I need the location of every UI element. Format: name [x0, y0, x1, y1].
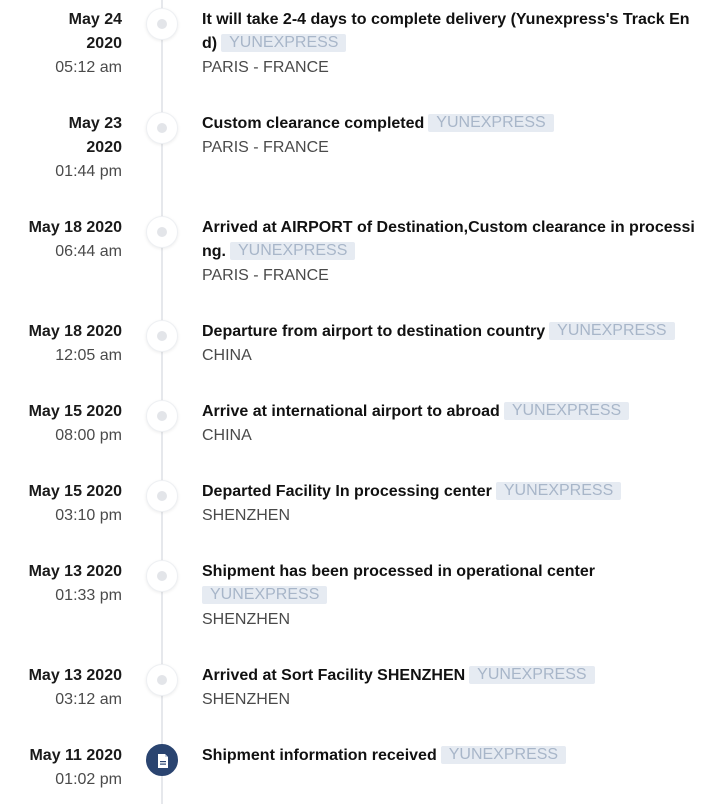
- event-title: Arrived at Sort Facility SHENZHEN YUNEXPR…: [202, 664, 702, 688]
- event-date-day: May 11 2020: [29, 747, 122, 764]
- event-date-year: 2020: [86, 139, 122, 156]
- carrier-tag: YUNEXPRESS: [495, 482, 622, 500]
- event-date-day: May 18 2020: [28, 323, 122, 340]
- event-title-text: Shipment information received: [202, 747, 437, 764]
- event-date-day: May 13 2020: [28, 667, 122, 684]
- event-body: Shipment has been processed in operation…: [202, 560, 702, 632]
- event-date-day: May 15 2020: [28, 403, 122, 420]
- carrier-tag: YUNEXPRESS: [440, 746, 567, 764]
- event-title: Custom clearance completed YUNEXPRESS: [202, 112, 702, 136]
- event-date: May 18 2020 06:44 am: [0, 216, 122, 264]
- event-body: It will take 2-4 days to complete delive…: [202, 8, 702, 80]
- event-time: 03:10 pm: [55, 507, 122, 524]
- event-location: CHINA: [202, 427, 252, 444]
- event-title-text: Custom clearance completed: [202, 115, 425, 132]
- event-location: SHENZHEN: [202, 691, 291, 708]
- event-body: Arrived at AIRPORT of Destination,Custom…: [202, 216, 702, 288]
- event-title: It will take 2-4 days to complete delive…: [202, 8, 702, 56]
- timeline-dot-icon: [146, 480, 178, 512]
- event-time: 05:12 am: [55, 59, 122, 76]
- carrier-tag: YUNEXPRESS: [503, 402, 630, 420]
- tracking-timeline: May 24 2020 05:12 am It will take 2-4 da…: [0, 0, 718, 804]
- event-body: Arrive at international airport to abroa…: [202, 400, 702, 448]
- event-title: Shipment information received YUNEXPRESS: [202, 744, 702, 768]
- timeline-dot-icon: [146, 8, 178, 40]
- event-title: Arrive at international airport to abroa…: [202, 400, 702, 424]
- event-title: Shipment has been processed in operation…: [202, 560, 702, 608]
- event-title: Arrived at AIRPORT of Destination,Custom…: [202, 216, 702, 264]
- event-date-day: May 18 2020: [28, 219, 122, 236]
- event-time: 01:33 pm: [55, 587, 122, 604]
- timeline-dot-icon: [146, 320, 178, 352]
- timeline-dot-icon: [146, 112, 178, 144]
- carrier-tag: YUNEXPRESS: [230, 242, 356, 260]
- event-title-text: Arrived at Sort Facility SHENZHEN: [202, 667, 466, 684]
- event-date-day: May 15 2020: [28, 483, 122, 500]
- event-location: PARIS - FRANCE: [202, 267, 329, 284]
- carrier-tag: YUNEXPRESS: [549, 322, 675, 340]
- event-time: 01:44 pm: [55, 163, 122, 180]
- event-date: May 24 2020 05:12 am: [40, 8, 122, 80]
- event-title-text: Departed Facility In processing center: [202, 483, 492, 500]
- event-date: May 15 2020 08:00 pm: [0, 400, 122, 448]
- event-date-day: May 24: [68, 11, 122, 28]
- event-date: May 15 2020 03:10 pm: [0, 480, 122, 528]
- event-body: Departed Facility In processing center YU…: [202, 480, 702, 528]
- document-glyph: [158, 754, 168, 768]
- event-date: May 18 2020 12:05 am: [0, 320, 122, 368]
- event-location: SHENZHEN: [202, 611, 291, 628]
- carrier-tag: YUNEXPRESS: [202, 586, 328, 604]
- event-date-year: 2020: [86, 35, 122, 52]
- event-body: Departure from airport to destination co…: [202, 320, 702, 368]
- event-location: CHINA: [202, 347, 252, 364]
- event-title: Departed Facility In processing center YU…: [202, 480, 702, 504]
- event-location: SHENZHEN: [202, 507, 291, 524]
- carrier-tag: YUNEXPRESS: [428, 114, 554, 132]
- timeline-dot-icon: [146, 560, 178, 592]
- timeline-dot-icon: [146, 400, 178, 432]
- event-location: PARIS - FRANCE: [202, 139, 329, 156]
- timeline-dot-icon: [146, 664, 178, 696]
- event-time: 12:05 am: [55, 347, 122, 364]
- event-date-day: May 23: [68, 115, 122, 132]
- event-time: 06:44 am: [55, 243, 122, 260]
- event-date: May 13 2020 01:33 pm: [0, 560, 122, 608]
- event-title-text: Departure from airport to destination co…: [202, 323, 546, 340]
- timeline-dot-icon: [146, 216, 178, 248]
- carrier-tag: YUNEXPRESS: [469, 666, 595, 684]
- event-time: 08:00 pm: [55, 427, 122, 444]
- event-title-text: Arrive at international airport to abroa…: [202, 403, 500, 420]
- event-date: May 23 2020 01:44 pm: [40, 112, 122, 184]
- event-title: Departure from airport to destination co…: [202, 320, 702, 344]
- event-date: May 13 2020 03:12 am: [0, 664, 122, 712]
- carrier-tag: YUNEXPRESS: [221, 34, 347, 52]
- document-icon: [146, 744, 178, 776]
- event-body: Shipment information received YUNEXPRESS: [202, 744, 702, 768]
- event-time: 03:12 am: [55, 691, 122, 708]
- event-body: Custom clearance completed YUNEXPRESS PAR…: [202, 112, 702, 160]
- event-time: 01:02 pm: [55, 771, 122, 788]
- event-location: PARIS - FRANCE: [202, 59, 329, 76]
- event-title-text: Shipment has been processed in operation…: [202, 563, 595, 580]
- event-date: May 11 2020 01:02 pm: [0, 744, 122, 792]
- event-body: Arrived at Sort Facility SHENZHEN YUNEXPR…: [202, 664, 702, 712]
- event-date-day: May 13 2020: [28, 563, 122, 580]
